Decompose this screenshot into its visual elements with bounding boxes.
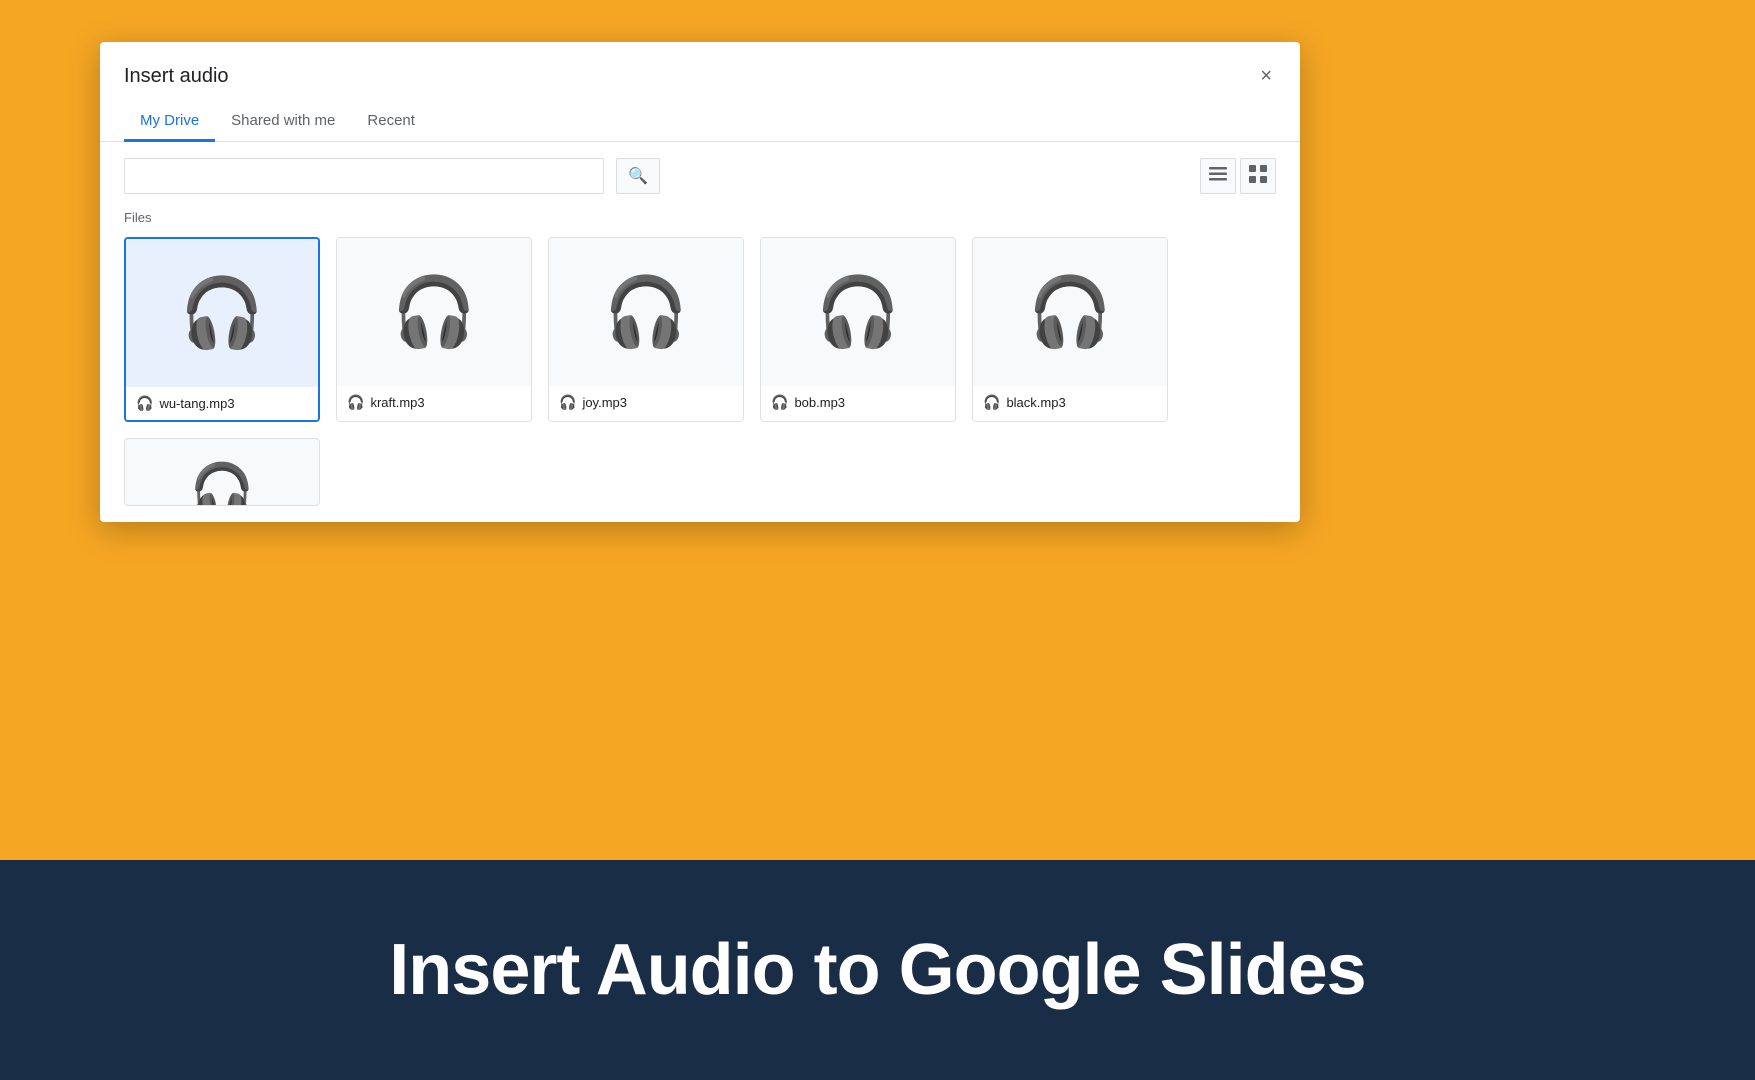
file-footer-bob: 🎧 bob.mp3	[761, 386, 955, 419]
headphones-partial-icon: 🎧	[190, 465, 255, 506]
page-wrapper: ITH iTechHacks Insert audio × My Drive S…	[0, 0, 1755, 1080]
file-name-black: black.mp3	[1006, 395, 1065, 410]
file-small-icon-kraft: 🎧	[347, 394, 364, 411]
file-small-icon-black: 🎧	[983, 394, 1000, 411]
file-card-joy[interactable]: 🎧 🎧 joy.mp3	[548, 237, 744, 422]
tab-recent[interactable]: Recent	[351, 102, 431, 142]
bottom-banner: Insert Audio to Google Slides	[0, 860, 1755, 1080]
dialog-title: Insert audio	[124, 65, 229, 88]
files-label: Files	[124, 210, 1276, 225]
headphones-icon-kraft: 🎧	[392, 278, 477, 346]
banner-text: Insert Audio to Google Slides	[389, 929, 1365, 1011]
file-footer-wu-tang: 🎧 wu-tang.mp3	[126, 387, 318, 420]
list-view-button[interactable]	[1200, 158, 1236, 194]
insert-audio-dialog: Insert audio × My Drive Shared with me R…	[100, 42, 1300, 522]
file-card-bob[interactable]: 🎧 🎧 bob.mp3	[760, 237, 956, 422]
files-grid: 🎧 🎧 wu-tang.mp3 🎧 🎧 kraft.mp3	[124, 237, 1276, 422]
search-input[interactable]	[124, 158, 604, 194]
file-name-wu-tang: wu-tang.mp3	[159, 396, 234, 411]
file-small-icon-wu-tang: 🎧	[136, 395, 153, 412]
headphones-icon-joy: 🎧	[604, 278, 689, 346]
files-section: Files 🎧 🎧 wu-tang.mp3 🎧	[100, 210, 1300, 522]
dialog-tabs: My Drive Shared with me Recent	[100, 102, 1300, 142]
close-button[interactable]: ×	[1256, 62, 1276, 90]
headphones-icon-wu-tang: 🎧	[180, 279, 265, 347]
file-footer-kraft: 🎧 kraft.mp3	[337, 386, 531, 419]
file-footer-black: 🎧 black.mp3	[973, 386, 1167, 419]
file-thumb-black: 🎧	[973, 238, 1167, 386]
search-area: 🔍	[100, 142, 1300, 210]
file-thumb-bob: 🎧	[761, 238, 955, 386]
view-buttons	[1200, 158, 1276, 194]
tab-my-drive[interactable]: My Drive	[124, 102, 215, 142]
grid-view-icon	[1249, 165, 1267, 188]
file-name-kraft: kraft.mp3	[370, 395, 424, 410]
file-small-icon-joy: 🎧	[559, 394, 576, 411]
file-card-black[interactable]: 🎧 🎧 black.mp3	[972, 237, 1168, 422]
file-thumb-kraft: 🎧	[337, 238, 531, 386]
file-name-joy: joy.mp3	[582, 395, 627, 410]
headphones-icon-bob: 🎧	[816, 278, 901, 346]
file-thumb-joy: 🎧	[549, 238, 743, 386]
file-name-bob: bob.mp3	[794, 395, 845, 410]
files-grid-row2: 🎧	[124, 438, 1276, 506]
file-footer-joy: 🎧 joy.mp3	[549, 386, 743, 419]
grid-view-button[interactable]	[1240, 158, 1276, 194]
list-view-icon	[1209, 165, 1227, 188]
file-thumb-wu-tang: 🎧	[126, 239, 318, 387]
search-icon: 🔍	[628, 166, 648, 186]
file-card-partial-1[interactable]: 🎧	[124, 438, 320, 506]
headphones-icon-black: 🎧	[1028, 278, 1113, 346]
file-card-kraft[interactable]: 🎧 🎧 kraft.mp3	[336, 237, 532, 422]
file-card-wu-tang[interactable]: 🎧 🎧 wu-tang.mp3	[124, 237, 320, 422]
search-button[interactable]: 🔍	[616, 158, 660, 194]
tab-shared-with-me[interactable]: Shared with me	[215, 102, 351, 142]
file-small-icon-bob: 🎧	[771, 394, 788, 411]
dialog-header: Insert audio ×	[100, 42, 1300, 90]
